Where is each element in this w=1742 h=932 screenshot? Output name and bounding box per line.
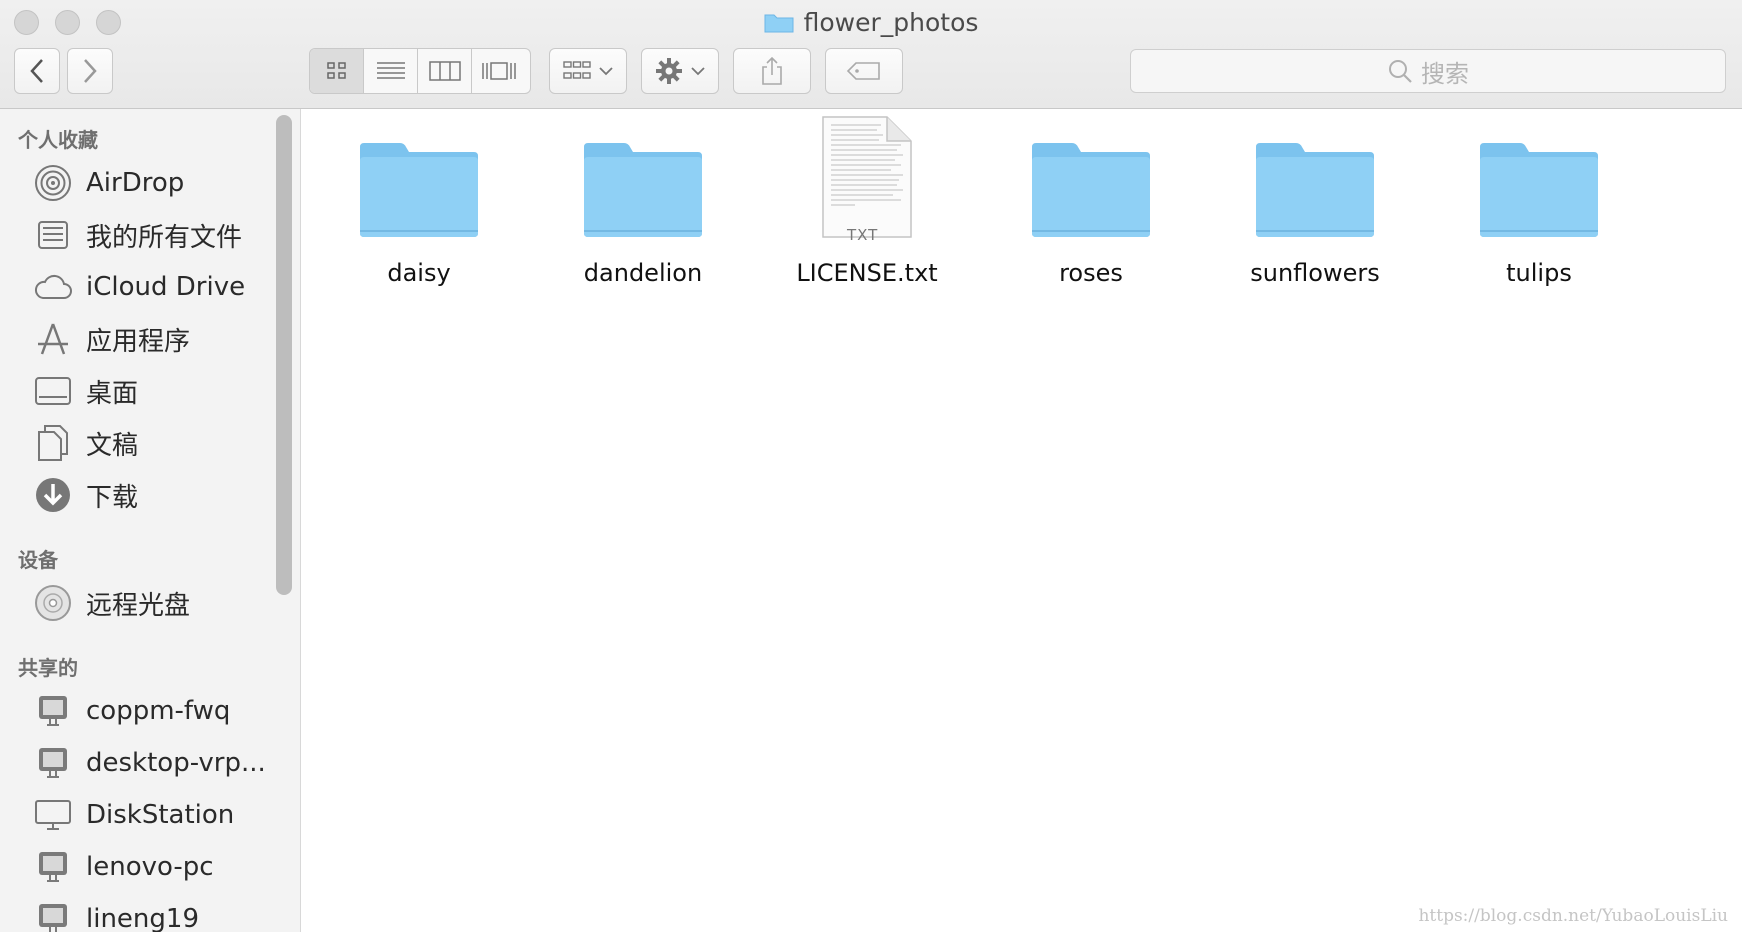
sidebar-item-icloud-drive[interactable]: iCloud Drive bbox=[34, 265, 245, 309]
list-icon bbox=[376, 62, 405, 79]
sidebar-section-devices: 设备 bbox=[18, 548, 58, 572]
applications-icon bbox=[34, 320, 72, 358]
file-item-tulips[interactable]: tulips bbox=[1439, 129, 1639, 287]
column-view-button[interactable] bbox=[418, 49, 472, 93]
sidebar-item-label: 桌面 bbox=[86, 378, 139, 409]
sidebar-item-label: 应用程序 bbox=[86, 326, 191, 357]
tag-icon bbox=[846, 62, 880, 80]
folder-icon bbox=[764, 14, 794, 33]
search-icon bbox=[1389, 60, 1412, 83]
sidebar-item-airdrop[interactable]: AirDrop bbox=[34, 161, 184, 205]
txt-badge: TXT bbox=[847, 226, 879, 244]
desktop-icon bbox=[34, 372, 72, 410]
window-title-bar: flower_photos bbox=[0, 6, 1742, 38]
sidebar-item-label: iCloud Drive bbox=[86, 272, 246, 302]
file-name: LICENSE.txt bbox=[796, 259, 938, 287]
folder-icon bbox=[354, 129, 484, 239]
sidebar-section-shared: 共享的 bbox=[18, 656, 78, 680]
sidebar-item-label: lineng19 bbox=[86, 904, 199, 932]
sidebar-item-label: AirDrop bbox=[86, 168, 185, 198]
forward-button[interactable] bbox=[67, 48, 113, 94]
file-item-license-txt[interactable]: LICENSE.txt bbox=[767, 116, 967, 287]
icon-view-button[interactable] bbox=[310, 49, 364, 93]
sidebar-item-lineng19[interactable]: lineng19 bbox=[34, 897, 199, 932]
sidebar-item-label: 文稿 bbox=[86, 430, 139, 461]
grid-icon bbox=[326, 62, 346, 79]
list-view-button[interactable] bbox=[364, 49, 418, 93]
back-button[interactable] bbox=[14, 48, 60, 94]
cover-flow-icon bbox=[482, 62, 516, 80]
file-name: daisy bbox=[387, 259, 451, 287]
cloud-icon bbox=[34, 268, 72, 306]
sidebar-item-desktop-vrp[interactable]: desktop-vrp... bbox=[34, 741, 266, 785]
file-name: roses bbox=[1059, 259, 1123, 287]
sidebar-section-favorites: 个人收藏 bbox=[18, 128, 98, 152]
file-item-roses[interactable]: roses bbox=[991, 129, 1191, 287]
file-name: dandelion bbox=[583, 259, 703, 287]
file-item-dandelion[interactable]: dandelion bbox=[543, 129, 743, 287]
search-placeholder: 搜索 bbox=[1421, 59, 1469, 88]
file-name: sunflowers bbox=[1250, 259, 1380, 287]
disc-icon bbox=[34, 584, 72, 622]
chevron-right-icon bbox=[84, 59, 97, 83]
download-icon bbox=[34, 476, 72, 514]
arrange-icon bbox=[563, 61, 591, 79]
window-title: flower_photos bbox=[803, 7, 979, 37]
computer-icon bbox=[34, 900, 72, 932]
computer-icon bbox=[34, 692, 72, 730]
tags-button[interactable] bbox=[825, 48, 903, 94]
share-button[interactable] bbox=[733, 48, 811, 94]
sidebar-item-label: DiskStation bbox=[86, 800, 235, 830]
file-item-daisy[interactable]: daisy bbox=[319, 129, 519, 287]
search-field[interactable]: 搜索 bbox=[1130, 49, 1726, 93]
file-browser-content: daisy dandelion LICENSE.txt roses sunflo… bbox=[301, 109, 1742, 932]
watermark: https://blog.csdn.net/YubaoLouisLiu bbox=[1418, 906, 1728, 926]
file-name: tulips bbox=[1506, 259, 1572, 287]
sidebar-item-coppm-fwq[interactable]: coppm-fwq bbox=[34, 689, 230, 733]
file-item-sunflowers[interactable]: sunflowers bbox=[1215, 129, 1415, 287]
cover-flow-view-button[interactable] bbox=[472, 49, 526, 93]
sidebar-item-label: desktop-vrp... bbox=[86, 748, 266, 778]
documents-icon bbox=[34, 424, 72, 462]
display-icon bbox=[34, 796, 72, 834]
all-files-icon bbox=[34, 216, 72, 254]
sidebar-item-label: lenovo-pc bbox=[86, 852, 214, 882]
computer-icon bbox=[34, 744, 72, 782]
computer-icon bbox=[34, 848, 72, 886]
sidebar-item-label: 我的所有文件 bbox=[86, 222, 243, 253]
share-icon bbox=[762, 56, 782, 85]
sidebar-item-diskstation[interactable]: DiskStation bbox=[34, 793, 234, 837]
sidebar-item-label: 远程光盘 bbox=[86, 590, 191, 621]
columns-icon bbox=[428, 61, 461, 81]
chevron-left-icon bbox=[30, 59, 43, 83]
sidebar-item-label: 下载 bbox=[86, 482, 139, 513]
view-mode-selector bbox=[309, 48, 531, 94]
arrange-menu-button[interactable] bbox=[549, 48, 627, 94]
gear-icon bbox=[656, 58, 682, 84]
sidebar: 个人收藏 AirDrop 我的所有文件 iCloud Drive 应用程序 桌面… bbox=[0, 109, 301, 932]
sidebar-item-lenovo-pc[interactable]: lenovo-pc bbox=[34, 845, 214, 889]
sidebar-item-remote-disc[interactable]: 远程光盘 bbox=[34, 581, 190, 625]
airdrop-icon bbox=[34, 164, 72, 202]
sidebar-item-applications[interactable]: 应用程序 bbox=[34, 317, 190, 361]
toolbar: flower_photos 搜索 bbox=[0, 0, 1742, 109]
text-document-icon bbox=[802, 116, 932, 239]
chevron-down-icon bbox=[691, 67, 705, 76]
action-menu-button[interactable] bbox=[641, 48, 719, 94]
chevron-down-icon bbox=[599, 67, 613, 76]
sidebar-item-downloads[interactable]: 下载 bbox=[34, 473, 138, 517]
folder-icon bbox=[1026, 129, 1156, 239]
sidebar-item-all-files[interactable]: 我的所有文件 bbox=[34, 213, 242, 257]
folder-icon bbox=[1250, 129, 1380, 239]
sidebar-item-label: coppm-fwq bbox=[86, 696, 231, 726]
finder-window: flower_photos 搜索 个人收藏 AirDrop 我的所有文件 iCl… bbox=[0, 0, 1742, 932]
folder-icon bbox=[578, 129, 708, 239]
sidebar-item-desktop[interactable]: 桌面 bbox=[34, 369, 138, 413]
sidebar-item-documents[interactable]: 文稿 bbox=[34, 421, 138, 465]
sidebar-scrollbar[interactable] bbox=[276, 115, 292, 595]
folder-icon bbox=[1474, 129, 1604, 239]
